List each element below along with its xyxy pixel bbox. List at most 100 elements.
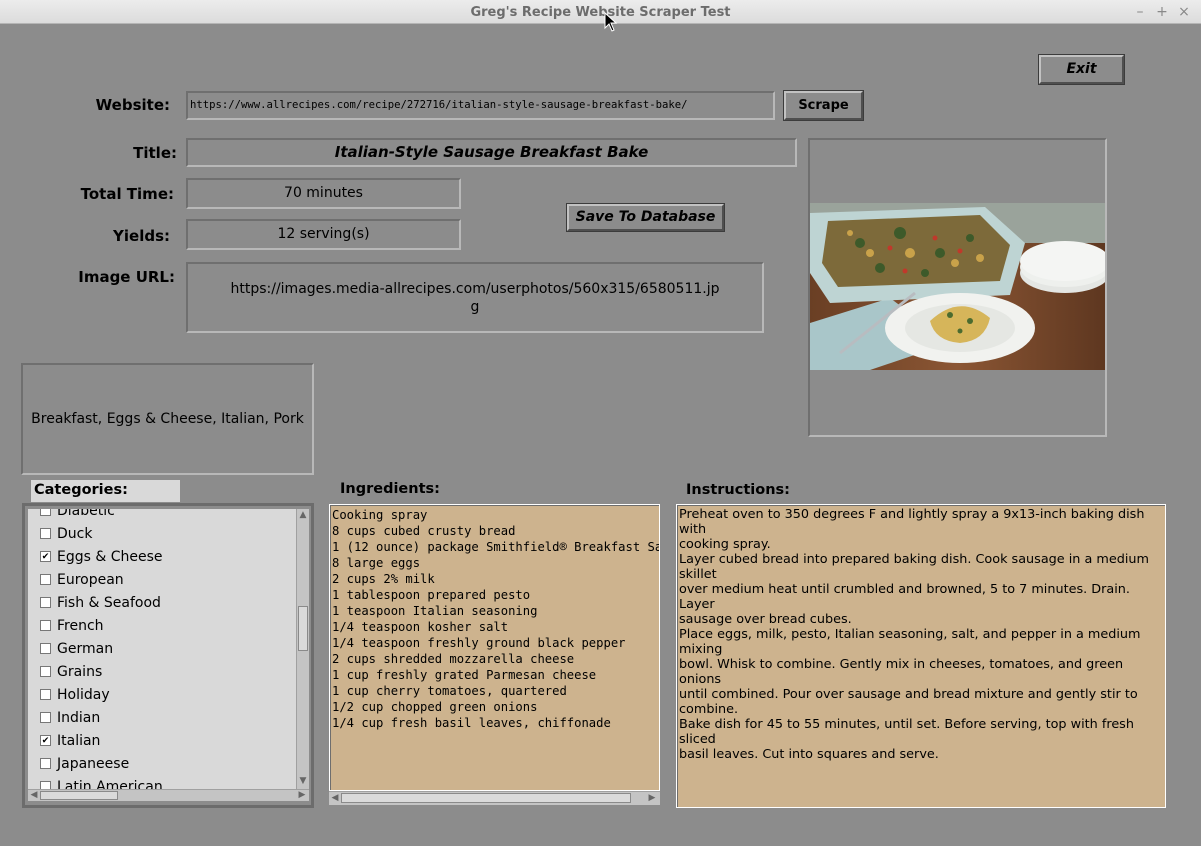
close-icon[interactable]: × <box>1176 4 1192 20</box>
ingredient-line: 1 (12 ounce) package Smithfield® Breakfa… <box>332 540 660 554</box>
ingredient-line: 1/4 cup fresh basil leaves, chiffonade <box>332 716 611 730</box>
instruction-line: cooking spray. <box>679 537 771 552</box>
ingredients-horizontal-scrollbar[interactable]: ◀ ▶ <box>329 791 660 805</box>
save-to-database-button[interactable]: Save To Database <box>566 203 725 232</box>
categories-label: Categories: <box>31 480 180 502</box>
category-label: Indian <box>57 709 101 726</box>
category-label: German <box>57 640 114 657</box>
category-item[interactable]: Latin American <box>28 775 296 789</box>
ingredients-label: Ingredients: <box>340 481 440 497</box>
total-time-field[interactable]: 70 minutes <box>186 178 461 209</box>
category-label: Japaneese <box>57 755 130 772</box>
total-time-label: Total Time: <box>80 185 174 203</box>
category-checkbox[interactable] <box>40 666 51 677</box>
category-item[interactable]: ✔ Italian <box>28 729 296 752</box>
selected-categories-field[interactable]: Breakfast, Eggs & Cheese, Italian, Pork <box>21 363 314 475</box>
ingredient-line: 1/4 teaspoon kosher salt <box>332 620 509 634</box>
instruction-line: until combined. Pour over sausage and br… <box>679 687 1138 702</box>
categories-horizontal-scrollbar[interactable]: ◀ ▶ <box>28 789 309 801</box>
instruction-line: sausage over bread cubes. <box>679 612 852 627</box>
category-label: Eggs & Cheese <box>57 548 163 565</box>
scroll-right-icon[interactable]: ▶ <box>647 793 657 803</box>
category-checkbox[interactable] <box>40 528 51 539</box>
image-url-line: g <box>470 299 480 315</box>
ingredients-textbox[interactable]: Cooking spray 8 cups cubed crusty bread 1 … <box>329 504 660 791</box>
scroll-left-icon[interactable]: ◀ <box>330 793 340 803</box>
category-checkbox[interactable] <box>40 758 51 769</box>
minimize-icon[interactable]: – <box>1132 4 1148 20</box>
title-label: Title: <box>133 144 177 162</box>
category-item[interactable]: Grains <box>28 660 296 683</box>
ingredient-line: 1/2 cup chopped green onions <box>332 700 538 714</box>
scrape-button[interactable]: Scrape <box>783 90 864 121</box>
recipe-photo <box>810 203 1105 370</box>
website-label: Website: <box>95 96 170 114</box>
category-label: Fish & Seafood <box>57 594 161 611</box>
categories-list[interactable]: Diabetic Duck ✔ Eggs & Cheese European Fish &… <box>28 509 296 789</box>
scroll-up-icon[interactable]: ▲ <box>298 510 308 520</box>
category-item[interactable]: Japaneese <box>28 752 296 775</box>
ingredient-line: 8 large eggs <box>332 556 421 570</box>
ingredient-line: 1/4 teaspoon freshly ground black pepper <box>332 636 626 650</box>
instructions-textbox[interactable]: Preheat oven to 350 degrees F and lightl… <box>676 504 1166 808</box>
category-label: Holiday <box>57 686 110 703</box>
category-item[interactable]: German <box>28 637 296 660</box>
yields-label: Yields: <box>113 227 170 245</box>
category-checkbox[interactable] <box>40 574 51 585</box>
category-item[interactable]: Holiday <box>28 683 296 706</box>
category-checkbox[interactable]: ✔ <box>40 735 51 746</box>
instruction-line: Preheat oven to 350 degrees F and lightl… <box>679 507 1145 537</box>
ingredient-line: 2 cups 2% milk <box>332 572 435 586</box>
scroll-left-icon[interactable]: ◀ <box>29 790 39 800</box>
ingredient-line: 1 cup freshly grated Parmesan cheese <box>332 668 597 682</box>
title-bar[interactable]: Greg's Recipe Website Scraper Test – + × <box>0 0 1201 24</box>
category-checkbox[interactable] <box>40 643 51 654</box>
website-input[interactable]: https://www.allrecipes.com/recipe/272716… <box>186 91 775 120</box>
category-checkbox[interactable] <box>40 712 51 723</box>
category-checkbox[interactable] <box>40 597 51 608</box>
title-field[interactable]: Italian-Style Sausage Breakfast Bake <box>186 138 797 167</box>
category-label: Italian <box>57 732 101 749</box>
category-label: Duck <box>57 525 93 542</box>
maximize-icon[interactable]: + <box>1154 4 1170 20</box>
category-label: Latin American <box>57 778 163 790</box>
category-item[interactable]: ✔ Eggs & Cheese <box>28 545 296 568</box>
instruction-line: basil leaves. Cut into squares and serve… <box>679 747 939 762</box>
scroll-thumb[interactable] <box>341 793 631 803</box>
ingredient-line: 1 teaspoon Italian seasoning <box>332 604 538 618</box>
category-item[interactable]: Indian <box>28 706 296 729</box>
categories-vertical-scrollbar[interactable]: ▲ ▼ <box>296 509 309 789</box>
category-item[interactable]: European <box>28 568 296 591</box>
instruction-line: over medium heat until crumbled and brow… <box>679 582 1130 612</box>
scroll-right-icon[interactable]: ▶ <box>297 790 307 800</box>
image-url-line: https://images.media-allrecipes.com/user… <box>230 281 720 297</box>
scroll-thumb[interactable] <box>40 791 118 800</box>
yields-field[interactable]: 12 serving(s) <box>186 219 461 250</box>
ingredient-line: 8 cups cubed crusty bread <box>332 524 516 538</box>
ingredient-line: Cooking spray <box>332 508 428 522</box>
category-label: French <box>57 617 104 634</box>
image-url-label: Image URL: <box>78 268 175 286</box>
exit-button[interactable]: Exit <box>1038 54 1125 85</box>
instructions-label: Instructions: <box>686 482 790 498</box>
category-checkbox[interactable] <box>40 620 51 631</box>
image-url-field[interactable]: https://images.media-allrecipes.com/user… <box>186 262 764 333</box>
category-checkbox[interactable] <box>40 509 51 516</box>
scroll-thumb[interactable] <box>298 606 308 651</box>
category-item[interactable]: Diabetic <box>28 509 296 522</box>
instruction-line: Bake dish for 45 to 55 minutes, until se… <box>679 717 1134 747</box>
category-checkbox[interactable] <box>40 689 51 700</box>
instruction-line: bowl. Whisk to combine. Gently mix in ch… <box>679 657 1124 687</box>
category-item[interactable]: Duck <box>28 522 296 545</box>
scroll-down-icon[interactable]: ▼ <box>298 776 308 786</box>
category-item[interactable]: Fish & Seafood <box>28 591 296 614</box>
category-label: Grains <box>57 663 103 680</box>
category-checkbox[interactable]: ✔ <box>40 551 51 562</box>
category-checkbox[interactable] <box>40 781 51 789</box>
category-label: Diabetic <box>57 509 115 519</box>
category-label: European <box>57 571 124 588</box>
recipe-image-frame <box>808 138 1107 437</box>
categories-list-frame: Diabetic Duck ✔ Eggs & Cheese European Fish &… <box>22 503 314 808</box>
category-item[interactable]: French <box>28 614 296 637</box>
ingredient-line: 2 cups shredded mozzarella cheese <box>332 652 575 666</box>
